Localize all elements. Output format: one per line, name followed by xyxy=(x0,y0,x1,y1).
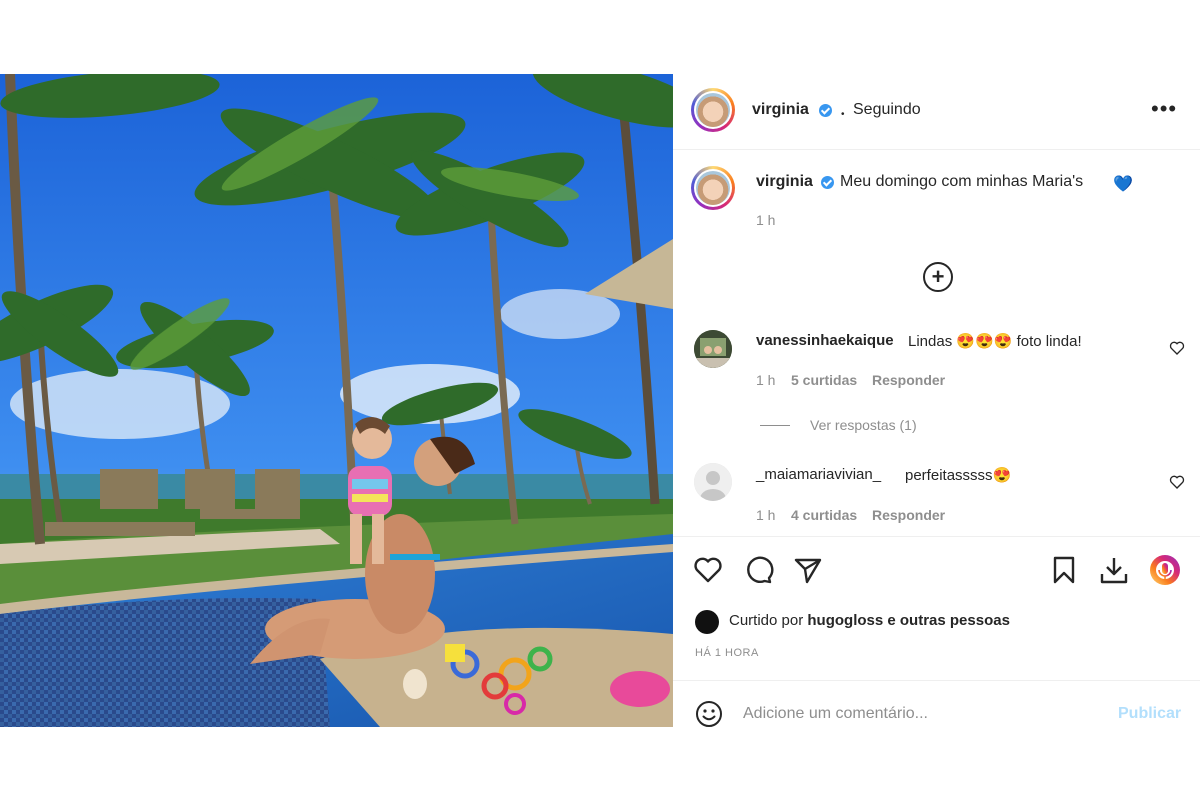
verified-badge-icon xyxy=(819,104,832,117)
caption-username[interactable]: virginia xyxy=(756,173,813,191)
share-send-icon[interactable] xyxy=(792,554,824,586)
comment-username[interactable]: vanessinhaekaique xyxy=(756,332,894,349)
comment-avatar-default[interactable] xyxy=(694,463,732,501)
like-heart-icon[interactable] xyxy=(692,554,724,586)
download-icon[interactable] xyxy=(1098,554,1130,586)
save-bookmark-icon[interactable] xyxy=(1048,554,1080,586)
comment-text: perfeitasssss😍 xyxy=(905,466,1011,484)
comment-likes[interactable]: 5 curtidas xyxy=(791,372,857,388)
default-avatar-icon xyxy=(694,463,732,501)
comment-avatar-image xyxy=(694,330,732,368)
comment-time[interactable]: 1 h xyxy=(756,507,775,523)
heart-eyes-emoji: 😍 xyxy=(992,467,1012,484)
view-replies-button[interactable]: Ver respostas (1) xyxy=(810,417,917,433)
comment-box-divider xyxy=(673,680,1200,681)
caption-avatar[interactable] xyxy=(691,166,735,210)
blue-heart-emoji: 💙 xyxy=(1113,176,1133,193)
post-timestamp[interactable]: HÁ 1 HORA xyxy=(695,647,759,659)
comment-reply-button[interactable]: Responder xyxy=(872,372,945,388)
post-sidebar: virginia • Seguindo ••• virginia Meu dom… xyxy=(673,74,1200,729)
caption-time[interactable]: 1 h xyxy=(756,212,775,228)
comment-text-start: Lindas xyxy=(908,333,953,350)
separator-dot: • xyxy=(841,109,845,120)
comment-reply-button[interactable]: Responder xyxy=(872,507,945,523)
header-divider xyxy=(673,149,1200,150)
comment-icon[interactable] xyxy=(742,554,774,586)
comment-like-heart-icon[interactable] xyxy=(1169,474,1185,490)
post-photo[interactable] xyxy=(0,74,673,727)
comment-text-start: perfeitasssss xyxy=(905,467,993,484)
liked-by-user[interactable]: hugogloss xyxy=(807,612,883,629)
comment-likes[interactable]: 4 curtidas xyxy=(791,507,857,523)
emoji-icon[interactable] xyxy=(695,700,723,728)
liked-by-prefix: Curtido por xyxy=(729,612,804,629)
pool-photo-image xyxy=(0,74,673,727)
comment-time[interactable]: 1 h xyxy=(756,372,775,388)
caption-verified-icon xyxy=(821,176,834,189)
comment-username[interactable]: _maiamariavivian_ xyxy=(756,466,881,483)
liked-by-text: Curtido por hugogloss e outras pessoas xyxy=(729,612,1010,629)
header-username[interactable]: virginia xyxy=(752,101,809,119)
publish-button[interactable]: Publicar xyxy=(1118,705,1181,723)
comment-text-end: foto linda! xyxy=(1016,333,1082,350)
actions-divider xyxy=(673,536,1200,537)
caption-text: Meu domingo com minhas Maria's xyxy=(840,173,1084,190)
more-options-icon[interactable]: ••• xyxy=(1151,96,1177,122)
comment-text: Lindas 😍😍😍 foto linda! xyxy=(908,332,1082,350)
heart-eyes-emoji: 😍😍😍 xyxy=(956,333,1013,350)
comment-like-heart-icon[interactable] xyxy=(1169,340,1185,356)
liked-by-avatar[interactable] xyxy=(695,610,719,634)
following-button[interactable]: Seguindo xyxy=(853,101,921,119)
view-replies-line xyxy=(760,425,790,426)
comment-avatar[interactable] xyxy=(694,330,732,368)
add-comment-input[interactable] xyxy=(741,699,1105,729)
header-avatar[interactable] xyxy=(691,88,735,132)
extension-mic-icon[interactable] xyxy=(1149,554,1181,586)
load-more-comments-button[interactable]: + xyxy=(923,262,953,292)
liked-by-others[interactable]: e outras pessoas xyxy=(887,612,1010,629)
